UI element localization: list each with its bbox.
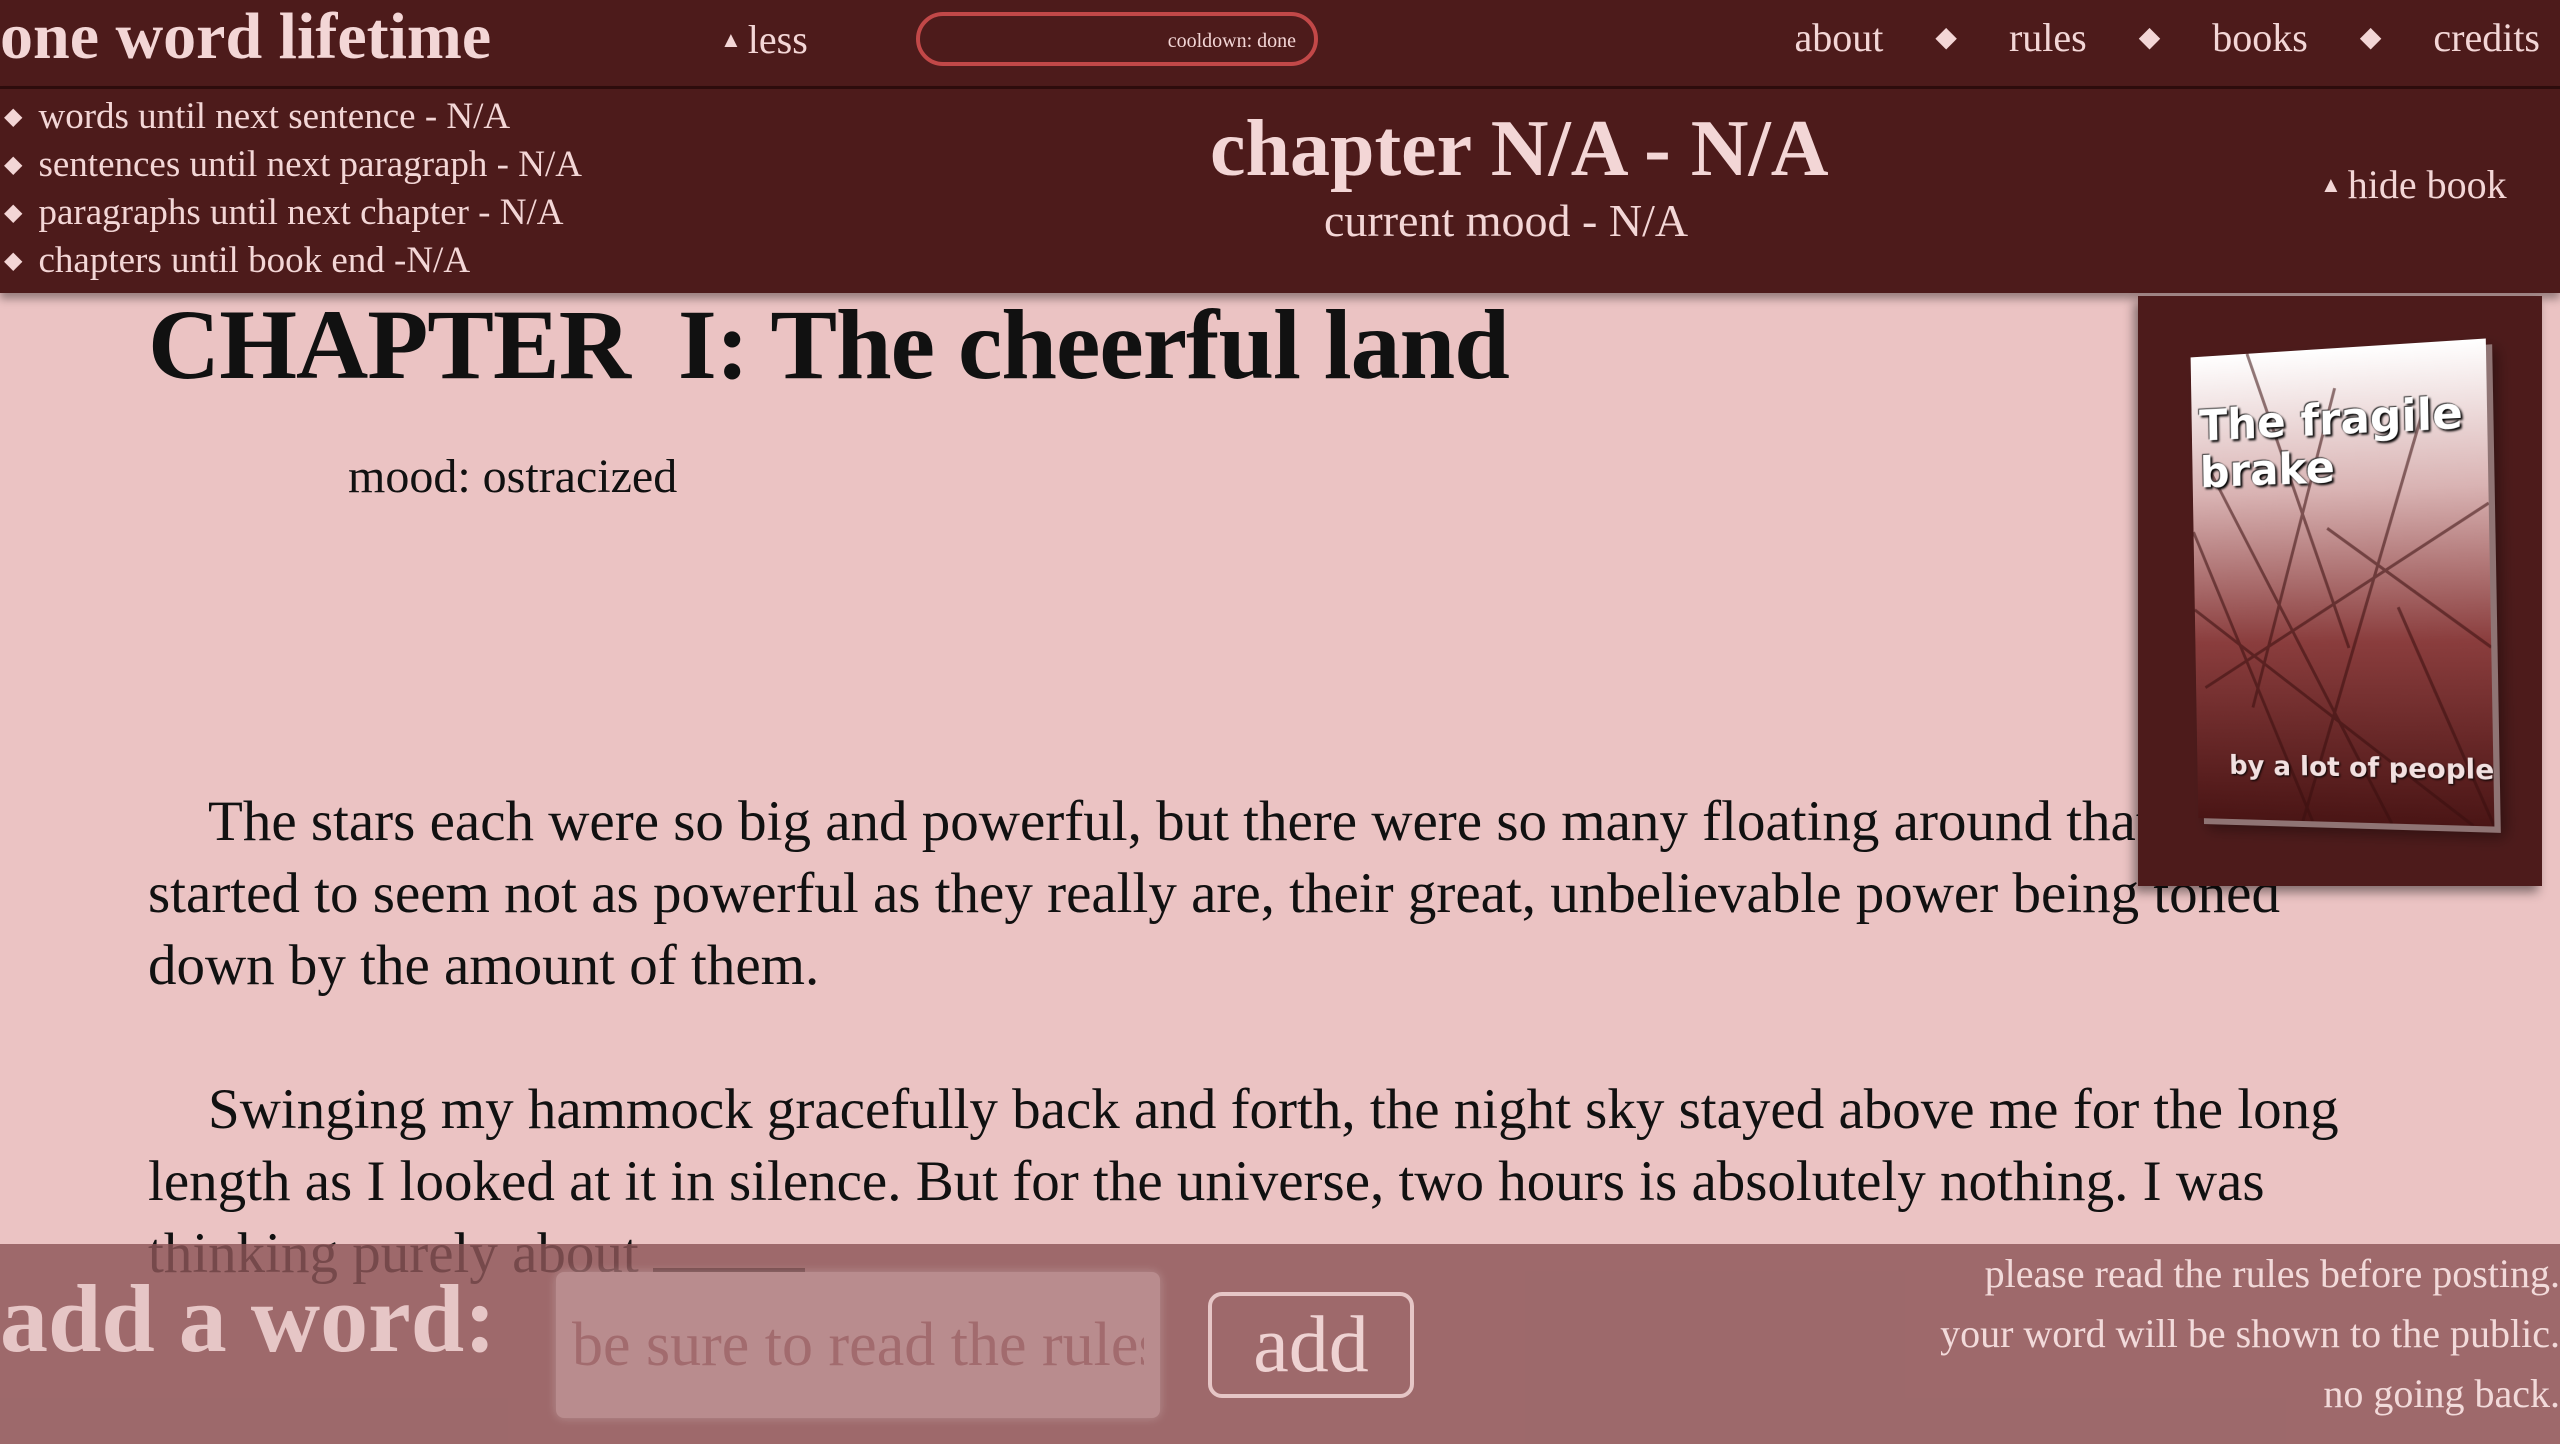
diamond-bullet-icon: ◆ bbox=[4, 248, 23, 274]
stat-sentences-until-paragraph: sentences until next paragraph - N/A bbox=[38, 144, 582, 185]
stat-item: ◆ words until next sentence - N/A bbox=[4, 93, 582, 141]
diamond-separator-icon: ◆ bbox=[1935, 22, 1957, 53]
notice-line: no going back. bbox=[2323, 1371, 2560, 1416]
main-nav: about ◆ rules ◆ books ◆ credits bbox=[1795, 16, 2540, 60]
diamond-separator-icon: ◆ bbox=[2138, 22, 2161, 53]
hide-book-toggle[interactable]: ▲ hide book bbox=[2320, 163, 2507, 207]
site-title[interactable]: one word lifetime bbox=[0, 2, 491, 72]
nav-books-link[interactable]: books bbox=[2212, 16, 2308, 60]
stat-paragraphs-until-chapter: paragraphs until next chapter - N/A bbox=[38, 192, 564, 233]
chapter-mood: mood: ostracized bbox=[348, 450, 678, 503]
word-input[interactable] bbox=[556, 1272, 1160, 1418]
nav-about-link[interactable]: about bbox=[1795, 16, 1884, 60]
stat-item: ◆ sentences until next paragraph - N/A bbox=[4, 141, 582, 189]
cooldown-text: cooldown: done bbox=[1167, 30, 1296, 52]
hide-book-label: hide book bbox=[2347, 162, 2507, 207]
paragraph: The stars each were so big and powerful,… bbox=[148, 790, 2280, 997]
top-bar: one word lifetime ▲ less cooldown: done … bbox=[0, 0, 2560, 89]
diamond-bullet-icon: ◆ bbox=[4, 152, 23, 178]
triangle-up-icon: ▲ bbox=[2320, 172, 2342, 197]
stat-item: ◆ chapters until book end -N/A bbox=[4, 237, 582, 285]
diamond-separator-icon: ◆ bbox=[2359, 22, 2382, 53]
progress-stats-list: ◆ words until next sentence - N/A ◆ senten… bbox=[4, 93, 582, 285]
diamond-bullet-icon: ◆ bbox=[4, 200, 23, 226]
stat-chapters-until-end: chapters until book end -N/A bbox=[38, 240, 471, 281]
stat-words-until-sentence: words until next sentence - N/A bbox=[38, 96, 511, 137]
cooldown-indicator: cooldown: done bbox=[916, 12, 1318, 66]
add-word-button[interactable]: add bbox=[1208, 1292, 1414, 1398]
book-content: CHAPTER I: The cheerful land mood: ostra… bbox=[148, 289, 2368, 1286]
add-word-bar: add a word: add please read the rules be… bbox=[0, 1244, 2560, 1444]
nav-credits-link[interactable]: credits bbox=[2433, 16, 2540, 60]
notice-line: please read the rules before posting. bbox=[1984, 1251, 2560, 1296]
triangle-up-icon: ▲ bbox=[720, 27, 742, 52]
progress-info-bar: ◆ words until next sentence - N/A ◆ senten… bbox=[0, 89, 2560, 293]
chapter-heading: chapter N/A - N/A bbox=[1210, 105, 1829, 193]
book-cover-panel: The fragile brake by a lot of people bbox=[2138, 296, 2542, 886]
book-cover-title: The fragile brake bbox=[2198, 387, 2464, 498]
less-toggle[interactable]: ▲ less bbox=[720, 18, 808, 62]
notice-line: your word will be shown to the public. bbox=[1940, 1311, 2560, 1356]
book-cover-author: by a lot of people bbox=[2229, 750, 2495, 787]
stat-item: ◆ paragraphs until next chapter - N/A bbox=[4, 189, 582, 237]
add-word-label: add a word: bbox=[0, 1265, 497, 1372]
posting-notice: please read the rules before posting. yo… bbox=[1940, 1244, 2560, 1424]
chapter-title: CHAPTER I: The cheerful land bbox=[148, 289, 1510, 400]
diamond-bullet-icon: ◆ bbox=[4, 104, 23, 130]
current-mood: current mood - N/A bbox=[1324, 195, 1689, 246]
book-cover[interactable]: The fragile brake by a lot of people bbox=[2190, 338, 2495, 827]
nav-rules-link[interactable]: rules bbox=[2009, 16, 2087, 60]
less-label: less bbox=[747, 17, 808, 62]
